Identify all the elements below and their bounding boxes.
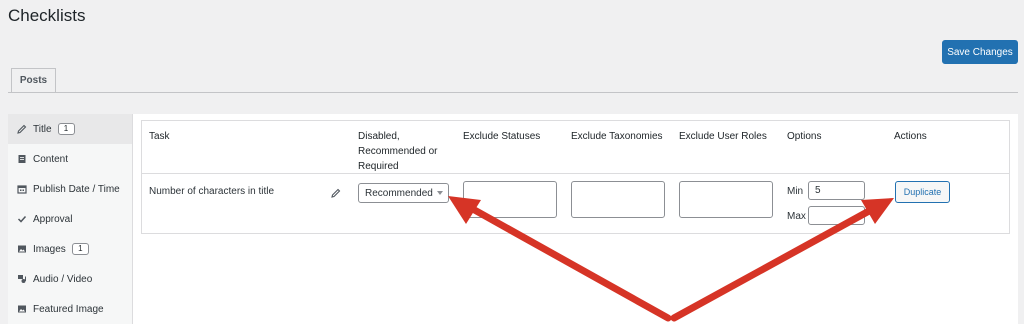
exclude-user-roles-field[interactable]	[679, 181, 773, 218]
sidebar-item-title[interactable]: Title 1	[8, 114, 132, 144]
image-icon	[17, 244, 27, 254]
requirement-select[interactable]: Recommended	[358, 183, 449, 203]
chevron-down-icon	[437, 191, 443, 195]
duplicate-button[interactable]: Duplicate	[895, 181, 950, 203]
edit-pencil-icon[interactable]	[331, 185, 341, 203]
media-icon	[17, 274, 27, 284]
requirement-select-value: Recommended	[365, 187, 433, 199]
sidebar-item-label: Approval	[33, 213, 73, 225]
header-exclude-statuses: Exclude Statuses	[463, 131, 541, 142]
calendar-icon	[17, 184, 27, 194]
sidebar-item-publish-date[interactable]: Publish Date / Time	[8, 174, 132, 204]
header-exclude-taxonomies: Exclude Taxonomies	[571, 131, 663, 142]
checkmark-icon	[17, 214, 27, 224]
sidebar-item-label: Content	[33, 153, 69, 165]
max-input[interactable]	[808, 206, 865, 225]
header-exclude-user-roles: Exclude User Roles	[679, 131, 767, 142]
sidebar: Title 1 Content Publish Date / Time Appr…	[8, 114, 133, 324]
sidebar-item-label: Publish Date / Time	[33, 183, 120, 195]
sidebar-item-audio-video[interactable]: Audio / Video	[8, 264, 132, 294]
min-input[interactable]: 5	[808, 181, 865, 200]
header-requirement-line: Disabled,	[358, 131, 400, 142]
sidebar-item-featured-image[interactable]: Featured Image	[8, 294, 132, 324]
count-badge: 1	[57, 123, 75, 135]
sidebar-item-label: Title	[33, 123, 52, 135]
save-changes-button[interactable]: Save Changes	[942, 40, 1018, 64]
sidebar-item-approval[interactable]: Approval	[8, 204, 132, 234]
header-options: Options	[787, 131, 822, 142]
exclude-taxonomies-field[interactable]	[571, 181, 665, 218]
sidebar-item-content[interactable]: Content	[8, 144, 132, 174]
main-content: Task Disabled, Recommended or Required E…	[133, 114, 1018, 324]
page-title: Checklists	[8, 6, 86, 25]
sidebar-item-images[interactable]: Images 1	[8, 234, 132, 264]
exclude-statuses-field[interactable]	[463, 181, 557, 218]
header-requirement-line: Required	[358, 161, 399, 172]
document-icon	[17, 154, 27, 164]
header-requirement-line: Recommended or	[358, 146, 438, 157]
header-actions: Actions	[894, 131, 927, 142]
sidebar-item-label: Audio / Video	[33, 273, 93, 285]
min-label: Min	[787, 186, 804, 197]
header-task: Task	[149, 131, 170, 142]
task-name: Number of characters in title	[149, 186, 275, 197]
row-divider	[142, 173, 1009, 174]
count-badge: 1	[71, 243, 89, 255]
header-requirement: Disabled, Recommended or Required	[358, 129, 437, 174]
sidebar-item-label: Featured Image	[33, 303, 104, 315]
checklist-table: Task Disabled, Recommended or Required E…	[141, 120, 1010, 234]
tabs-divider	[8, 92, 1018, 93]
pencil-icon	[17, 124, 27, 134]
image-icon	[17, 304, 27, 314]
tab-posts[interactable]: Posts	[11, 68, 56, 93]
max-label: Max	[787, 211, 806, 222]
sidebar-item-label: Images	[33, 243, 66, 255]
